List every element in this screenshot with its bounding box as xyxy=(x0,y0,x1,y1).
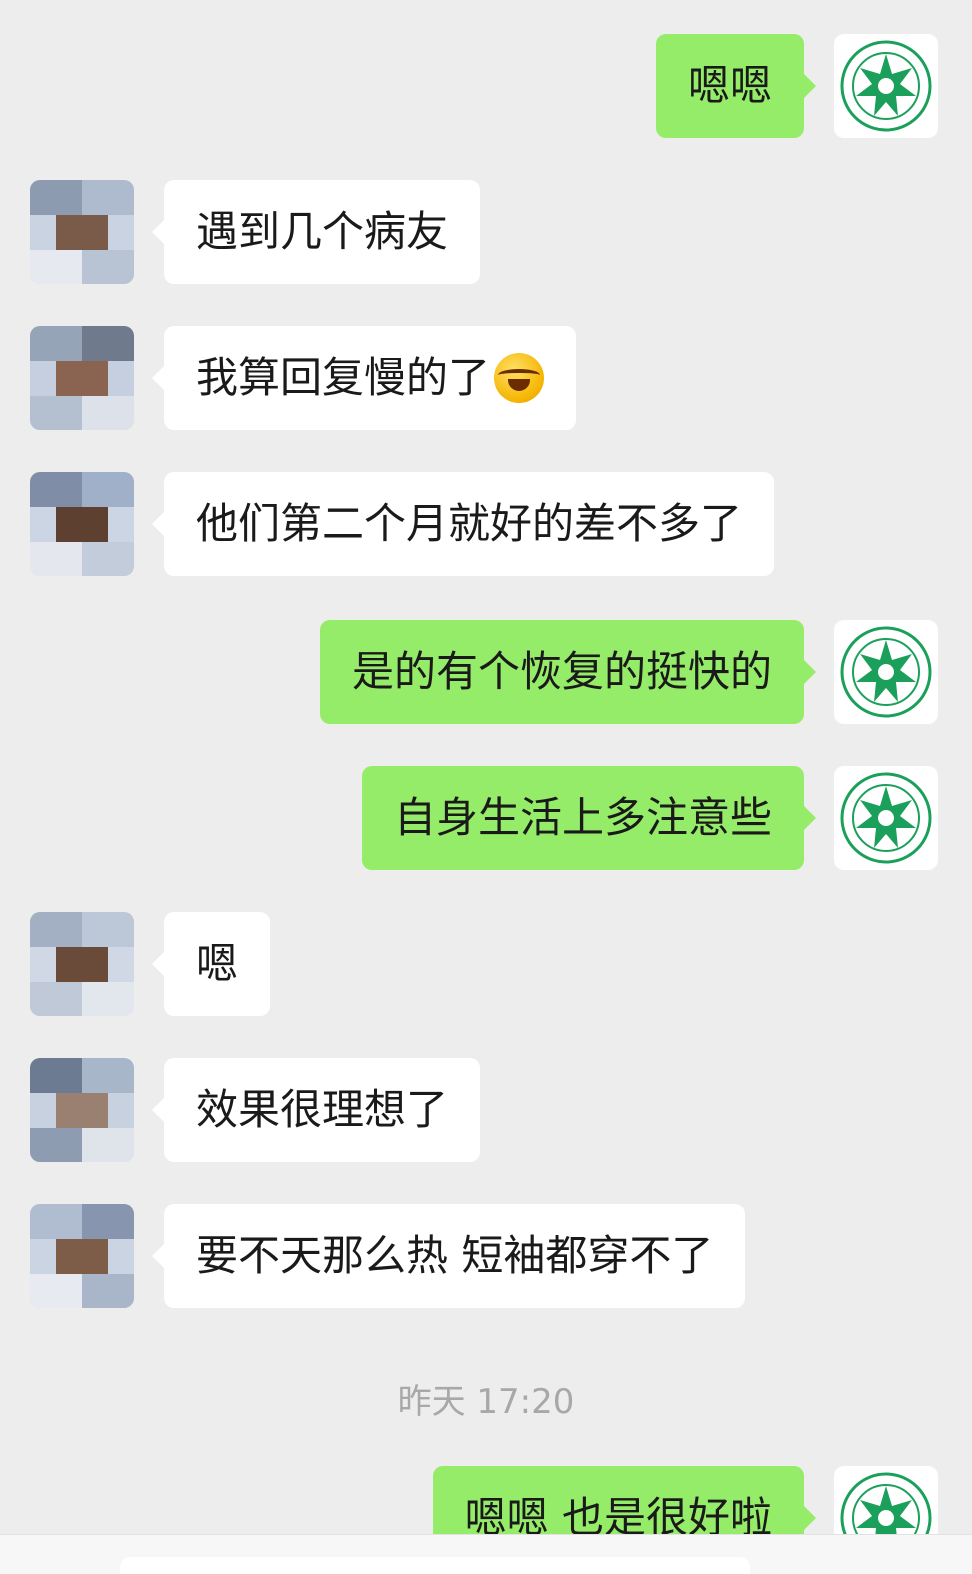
message-text: 我算回复慢的了 xyxy=(196,353,491,402)
message-row: 是的有个恢复的挺快的 xyxy=(0,620,972,724)
company-logo-avatar[interactable] xyxy=(834,620,938,724)
green-star-seal-icon xyxy=(840,40,932,132)
pixelated-avatar-icon xyxy=(30,472,134,576)
message-row: 我算回复慢的了 xyxy=(0,326,972,430)
incoming-message-bubble[interactable]: 效果很理想了 xyxy=(151,1058,481,1162)
message-input[interactable] xyxy=(120,1557,750,1574)
green-star-seal-icon xyxy=(840,626,932,718)
contact-avatar-blurred[interactable] xyxy=(30,912,134,1016)
contact-avatar-blurred[interactable] xyxy=(30,180,134,284)
incoming-message-bubble[interactable]: 要不天那么热 短袖都穿不了 xyxy=(151,1204,746,1308)
incoming-message-bubble[interactable]: 他们第二个月就好的差不多了 xyxy=(151,472,775,576)
outgoing-message-bubble[interactable]: 是的有个恢复的挺快的 xyxy=(319,620,817,724)
incoming-message-bubble[interactable]: 遇到几个病友 xyxy=(151,180,481,284)
pixelated-avatar-icon xyxy=(30,1204,134,1308)
green-star-seal-icon xyxy=(840,772,932,864)
company-logo-avatar[interactable] xyxy=(834,34,938,138)
message-timestamp: 昨天 17:20 xyxy=(397,1382,575,1422)
message-row: 嗯嗯 xyxy=(0,34,972,138)
message-row: 嗯 xyxy=(0,912,972,1016)
message-row: 自身生活上多注意些 xyxy=(0,766,972,870)
pixelated-avatar-icon xyxy=(30,180,134,284)
message-row: 遇到几个病友 xyxy=(0,180,972,284)
contact-avatar-blurred[interactable] xyxy=(30,472,134,576)
input-bar xyxy=(0,1534,972,1574)
contact-avatar-blurred[interactable] xyxy=(30,326,134,430)
incoming-message-bubble[interactable]: 我算回复慢的了 xyxy=(151,326,577,430)
message-row: 他们第二个月就好的差不多了 xyxy=(0,472,972,576)
contact-avatar-blurred[interactable] xyxy=(30,1204,134,1308)
face-with-tears-of-joy-icon xyxy=(494,352,545,403)
incoming-message-bubble[interactable]: 嗯 xyxy=(151,912,271,1016)
message-row: 效果很理想了 xyxy=(0,1058,972,1162)
contact-avatar-blurred[interactable] xyxy=(30,1058,134,1162)
pixelated-avatar-icon xyxy=(30,912,134,1016)
chat-window: 嗯嗯 遇到几个病友 我算回复慢的了 他们第二个月就好的差不多了 是的有个恢复的挺… xyxy=(0,0,972,1574)
outgoing-message-bubble[interactable]: 自身生活上多注意些 xyxy=(361,766,817,870)
message-row: 要不天那么热 短袖都穿不了 xyxy=(0,1204,972,1308)
company-logo-avatar[interactable] xyxy=(834,766,938,870)
outgoing-message-bubble[interactable]: 嗯嗯 xyxy=(655,34,817,138)
pixelated-avatar-icon xyxy=(30,326,134,430)
pixelated-avatar-icon xyxy=(30,1058,134,1162)
